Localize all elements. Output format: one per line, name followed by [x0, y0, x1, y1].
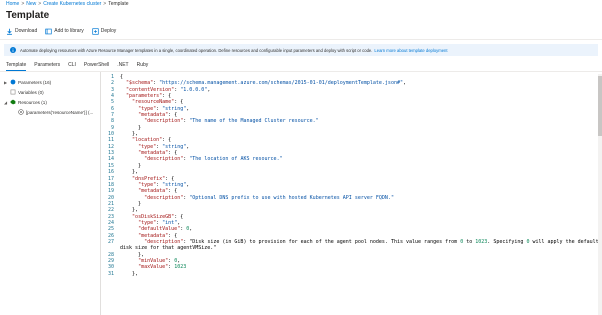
breadcrumb-current: Template — [108, 1, 129, 7]
tree-item-label: [parameters('resourceName')] (... — [26, 109, 94, 115]
editor-scrollbar-thumb[interactable] — [598, 76, 602, 136]
learn-more-link[interactable]: Learn more about template deployment — [374, 48, 447, 53]
code-editor[interactable]: 1{2 "$schema": "https://schema.managemen… — [102, 74, 602, 315]
deploy-button[interactable]: Deploy — [92, 27, 117, 35]
breadcrumb-create-kubernetes[interactable]: Create Kubernetes cluster — [43, 1, 101, 7]
tab-dotnet[interactable]: .NET — [117, 62, 128, 71]
tree-item-resources[interactable]: ◢ Resources (1) — [4, 97, 100, 107]
parameters-icon — [10, 79, 16, 85]
info-text: Automate deploying resources with Azure … — [20, 47, 373, 53]
download-icon — [6, 28, 13, 35]
info-banner: i Automate deploying resources with Azur… — [4, 44, 598, 56]
download-label: Download — [15, 28, 38, 34]
tree-item-resource-name[interactable]: [parameters('resourceName')] (... — [4, 107, 100, 117]
breadcrumb-home[interactable]: Home — [6, 1, 19, 7]
code-text: "description": "Optional DNS prefix to u… — [144, 194, 394, 201]
add-to-library-button[interactable]: Add to library — [45, 28, 84, 35]
line-number: 31 — [107, 270, 114, 277]
tab-cli[interactable]: CLI — [68, 62, 76, 71]
tab-powershell[interactable]: PowerShell — [84, 62, 109, 71]
tree-item-label: Parameters (16) — [18, 79, 52, 85]
breadcrumb-separator: > — [21, 1, 25, 7]
toolbar-divider — [0, 39, 602, 40]
breadcrumb-new[interactable]: New — [26, 1, 36, 7]
tab-bar: Template Parameters CLI PowerShell .NET … — [6, 62, 156, 71]
code-text: "description": "The location of AKS reso… — [144, 156, 283, 163]
download-button[interactable]: Download — [6, 28, 37, 35]
tab-divider — [0, 71, 602, 72]
tree-item-variables[interactable]: Variables (0) — [4, 87, 100, 97]
panel-divider — [100, 72, 101, 315]
tree-item-label: Variables (0) — [18, 89, 44, 95]
kubernetes-icon — [18, 109, 24, 115]
tab-ruby[interactable]: Ruby — [137, 62, 149, 71]
breadcrumb: Home > New > Create Kubernetes cluster > Templ… — [6, 1, 129, 7]
code-text: "description": "The name of the Managed … — [144, 118, 319, 125]
breadcrumb-separator: > — [38, 1, 42, 7]
variables-icon — [10, 89, 16, 95]
add-to-library-label: Add to library — [54, 28, 84, 34]
tree-item-label: Resources (1) — [18, 99, 47, 105]
info-icon: i — [10, 47, 16, 53]
resources-icon — [10, 99, 16, 105]
tab-template[interactable]: Template — [6, 62, 27, 71]
tree-item-parameters[interactable]: ▶ Parameters (16) — [4, 77, 100, 87]
code-line[interactable]: 31 }, — [102, 271, 602, 277]
breadcrumb-separator: > — [103, 1, 107, 7]
page-title: Template — [6, 10, 50, 21]
code-text: }, — [120, 270, 139, 277]
deploy-icon — [92, 27, 99, 35]
tab-parameters[interactable]: Parameters — [34, 62, 60, 71]
library-icon — [45, 28, 52, 35]
toolbar: Download Add to library Deploy — [0, 25, 602, 37]
template-outline-tree: ▶ Parameters (16) Variables (0) ◢ Resour… — [4, 77, 100, 117]
deploy-label: Deploy — [100, 28, 117, 34]
